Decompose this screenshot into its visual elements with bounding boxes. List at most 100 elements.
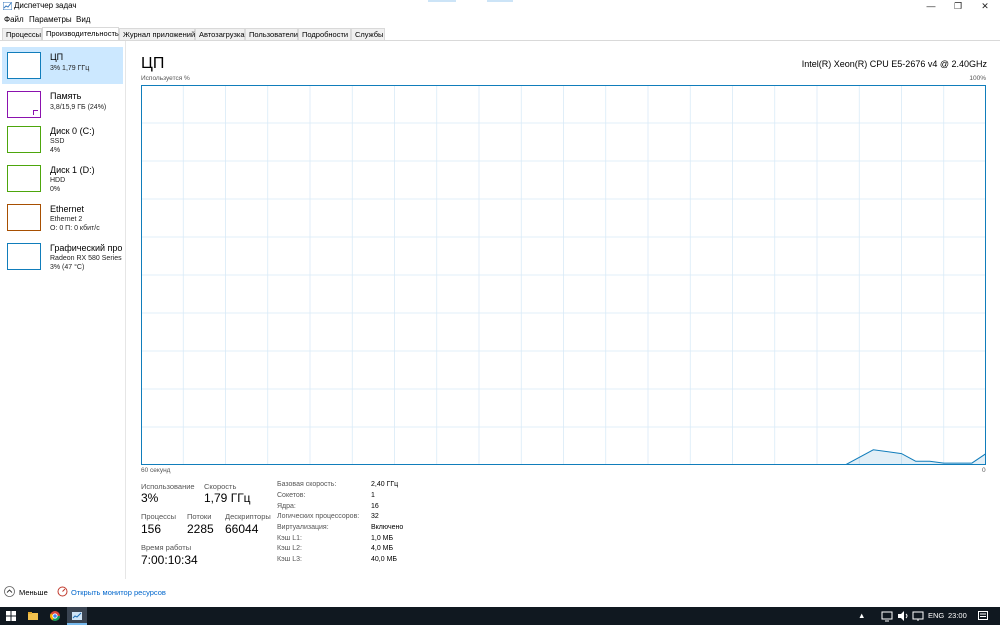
sidebar-item-detail: 4% xyxy=(50,147,61,154)
page-title: ЦП xyxy=(141,55,165,72)
detail-value: 16 xyxy=(371,503,379,510)
windows-start-icon[interactable] xyxy=(5,610,17,622)
memory-thumbnail xyxy=(7,91,41,118)
detail-key: Кэш L2: xyxy=(277,545,302,552)
chevron-up-circle-icon[interactable] xyxy=(4,586,15,597)
volume-icon[interactable] xyxy=(897,610,909,622)
sidebar-item-detail: SSD xyxy=(50,138,65,145)
detail-value: 2,40 ГГц xyxy=(371,481,399,488)
tab-bar: Процессы Производительность Журнал прило… xyxy=(0,27,1000,41)
sidebar-item-detail: HDD xyxy=(50,177,66,184)
cpu-usage-graph xyxy=(141,85,986,465)
detail-key: Кэш L3: xyxy=(277,556,302,563)
notifications-icon[interactable] xyxy=(977,610,989,622)
disk1-thumbnail xyxy=(7,165,41,192)
tab-details[interactable]: Подробности xyxy=(298,28,351,40)
detail-key: Ядра: xyxy=(277,503,296,510)
tab-processes[interactable]: Процессы xyxy=(2,28,42,40)
processes-value: 156 xyxy=(141,522,162,536)
sidebar-item-cpu[interactable]: ЦП 3% 1,79 ГГц xyxy=(2,47,123,84)
maximize-button[interactable]: ❐ xyxy=(945,0,971,12)
menu-bar: Файл Параметры Вид xyxy=(0,13,1000,26)
sidebar-item-memory[interactable]: Память 3,8/15,9 ГБ (24%) xyxy=(2,86,123,123)
detail-value: Включено xyxy=(371,524,404,531)
uptime-label: Время работы xyxy=(141,543,192,552)
sidebar-item-ethernet[interactable]: Ethernet Ethernet 2 О: 0 П: 0 кбит/с xyxy=(2,199,123,236)
cpu-model: Intel(R) Xeon(R) CPU E5-2676 v4 @ 2.40GH… xyxy=(801,59,987,69)
uptime-value: 7:00:10:34 xyxy=(141,553,198,567)
tab-startup[interactable]: Автозагрузка xyxy=(195,28,245,40)
usage-label: Использование xyxy=(141,482,195,491)
threads-label: Потоки xyxy=(187,512,212,521)
detail-value: 4,0 МБ xyxy=(371,545,394,552)
open-resource-monitor-link[interactable]: Открыть монитор ресурсов xyxy=(71,588,166,597)
tab-app-history[interactable]: Журнал приложений xyxy=(119,28,195,40)
sidebar-item-detail: О: 0 П: 0 кбит/с xyxy=(50,225,100,232)
menu-options[interactable]: Параметры xyxy=(29,15,72,24)
input-language[interactable]: ENG xyxy=(928,611,944,620)
footer-bar: Меньше Открыть монитор ресурсов xyxy=(0,585,1000,605)
detail-value: 1,0 МБ xyxy=(371,535,394,542)
detail-value: 1 xyxy=(371,492,375,499)
processes-label: Процессы xyxy=(141,512,177,521)
usage-value: 3% xyxy=(141,491,159,505)
network-icon[interactable] xyxy=(881,610,893,622)
sidebar-item-detail: 0% xyxy=(50,186,61,193)
tab-users[interactable]: Пользователи xyxy=(245,28,298,40)
graph-time-label: 60 секунд xyxy=(141,467,171,474)
detail-value: 40,0 МБ xyxy=(371,556,397,563)
file-explorer-icon[interactable] xyxy=(27,610,39,622)
title-accent xyxy=(487,0,513,2)
disk0-thumbnail xyxy=(7,126,41,153)
sidebar-item-label: Память xyxy=(50,91,82,101)
speed-label: Скорость xyxy=(204,482,237,491)
sidebar-item-label: Ethernet xyxy=(50,204,85,214)
sidebar-item-disk0[interactable]: Диск 0 (C:) SSD 4% xyxy=(2,121,123,158)
gpu-thumbnail xyxy=(7,243,41,270)
ethernet-thumbnail xyxy=(7,204,41,231)
window-title: Диспетчер задач xyxy=(14,1,77,10)
menu-view[interactable]: Вид xyxy=(76,15,90,24)
speed-value: 1,79 ГГц xyxy=(204,491,251,505)
tab-services[interactable]: Службы xyxy=(351,28,385,40)
sidebar-item-label: Диск 0 (C:) xyxy=(50,126,95,136)
task-manager-taskbar-icon[interactable] xyxy=(71,610,83,622)
sidebar-item-detail: 3% (47 °C) xyxy=(50,264,85,271)
handles-label: Дескрипторы xyxy=(225,512,271,521)
resource-monitor-icon xyxy=(57,586,68,597)
close-button[interactable]: ✕ xyxy=(972,0,998,12)
display-icon[interactable] xyxy=(912,610,924,622)
clock[interactable]: 23:00 xyxy=(948,611,967,620)
sidebar-item-gpu[interactable]: Графический процессор 0 Radeon RX 580 Se… xyxy=(2,238,123,275)
title-accent xyxy=(428,0,456,2)
graph-y-label: Используется % xyxy=(141,75,190,82)
sidebar-item-detail: 3% 1,79 ГГц xyxy=(50,65,90,72)
sidebar-item-detail: Radeon RX 580 Series xyxy=(50,255,122,262)
sidebar-item-disk1[interactable]: Диск 1 (D:) HDD 0% xyxy=(2,160,123,197)
taskbar: ▲ ENG 23:00 xyxy=(0,607,1000,625)
fewer-details-button[interactable]: Меньше xyxy=(19,588,48,597)
title-bar: Диспетчер задач — ❐ ✕ xyxy=(0,0,1000,13)
tray-overflow-icon[interactable]: ▲ xyxy=(858,611,865,620)
cpu-thumbnail xyxy=(7,52,41,79)
tab-performance[interactable]: Производительность xyxy=(42,27,119,40)
sidebar-item-detail: Ethernet 2 xyxy=(50,216,83,223)
minimize-button[interactable]: — xyxy=(918,0,944,12)
chrome-icon[interactable] xyxy=(49,610,61,622)
sidebar-item-label: ЦП xyxy=(50,52,64,62)
detail-key: Базовая скорость: xyxy=(277,481,337,488)
sidebar-item-label: Диск 1 (D:) xyxy=(50,165,95,175)
graph-grid xyxy=(141,85,986,465)
threads-value: 2285 xyxy=(187,522,214,536)
menu-file[interactable]: Файл xyxy=(4,15,24,24)
graph-max-label: 100% xyxy=(969,75,986,82)
detail-key: Сокетов: xyxy=(277,492,306,499)
detail-value: 32 xyxy=(371,513,379,520)
sidebar: ЦП 3% 1,79 ГГц Память 3,8/15,9 ГБ (24%) … xyxy=(0,41,126,579)
detail-key: Виртуализация: xyxy=(277,524,329,531)
task-manager-icon xyxy=(3,2,12,10)
sidebar-item-detail: 3,8/15,9 ГБ (24%) xyxy=(50,104,107,111)
handles-value: 66044 xyxy=(225,522,259,536)
graph-min-label: 0 xyxy=(982,467,986,474)
detail-key: Логических процессоров: xyxy=(277,513,360,520)
